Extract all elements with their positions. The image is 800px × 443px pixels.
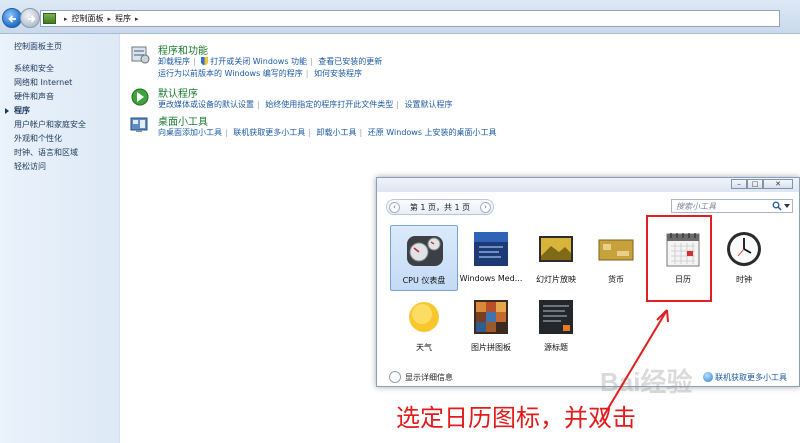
weather-icon <box>409 302 439 332</box>
gadget-windows-media-center[interactable]: Windows Med... <box>457 225 525 291</box>
link-uninstall-gadget[interactable]: 卸载小工具 <box>317 128 357 137</box>
previous-page-button[interactable]: ‹ <box>389 201 400 213</box>
annotation-instruction: 选定日历图标，并双击 <box>396 404 636 432</box>
slideshow-icon <box>539 236 573 262</box>
gadget-window-footer: 显示详细信息 联机获取更多小工具 <box>377 366 799 386</box>
search-placeholder: 搜索小工具 <box>676 202 716 211</box>
gadget-clock[interactable]: 时钟 <box>710 225 778 291</box>
gadget-currency[interactable]: 货币 <box>582 225 650 291</box>
breadcrumb-separator-icon[interactable]: ▸ <box>108 15 112 23</box>
picture-puzzle-icon <box>474 300 508 334</box>
link-installed-updates[interactable]: 查看已安装的更新 <box>318 57 382 66</box>
watermark-text: Bai经验 <box>600 367 693 397</box>
gadget-gallery-window: – □ ✕ ‹ 第 1 页，共 1 页 › 搜索小工具 CPU 仪表盘 Wind… <box>376 177 800 387</box>
nav-system-security[interactable]: 系统和安全 <box>0 62 119 76</box>
gadget-label: 天气 <box>416 343 432 352</box>
link-add-gadgets[interactable]: 向桌面添加小工具 <box>158 128 222 137</box>
gadget-cpu-meter[interactable]: CPU 仪表盘 <box>390 225 458 291</box>
forward-button[interactable] <box>20 8 40 28</box>
gadget-label: 时钟 <box>736 275 752 284</box>
link-uninstall-program[interactable]: 卸载程序 <box>158 57 190 66</box>
link-file-type-association[interactable]: 始终使用指定的程序打开此文件类型 <box>265 100 393 109</box>
gadget-picture-puzzle[interactable]: 图片拼图板 <box>457 293 525 359</box>
section-programs-features: 程序和功能 卸载程序 | 打开或关闭 Windows 功能 | 查看已安装的更新 运… <box>130 42 550 82</box>
clock-icon <box>727 232 761 266</box>
link-change-media-defaults[interactable]: 更改媒体或设备的默认设置 <box>158 100 254 109</box>
address-bar[interactable]: ▸ 控制面板 ▸ 程序 ▸ <box>40 10 780 27</box>
breadcrumb-programs[interactable]: 程序 <box>115 13 131 24</box>
gadget-label: 幻灯片放映 <box>536 275 576 284</box>
page-navigator: ‹ 第 1 页，共 1 页 › <box>386 199 494 215</box>
nav-appearance[interactable]: 外观和个性化 <box>0 132 119 146</box>
nav-hardware-sound[interactable]: 硬件和声音 <box>0 90 119 104</box>
control-panel-icon <box>43 13 56 24</box>
breadcrumb-separator-icon[interactable]: ▸ <box>135 15 139 23</box>
link-set-default-programs[interactable]: 设置默认程序 <box>405 100 453 109</box>
default-programs-icon <box>131 88 149 106</box>
link-compatibility[interactable]: 运行为以前版本的 Windows 编写的程序 <box>158 69 303 78</box>
gadget-label: 图片拼图板 <box>471 343 511 352</box>
nav-clock-language[interactable]: 时钟、语言和区域 <box>0 146 119 160</box>
maximize-button[interactable]: □ <box>747 179 763 189</box>
annotation-highlight-box <box>646 215 712 302</box>
close-button[interactable]: ✕ <box>763 179 793 189</box>
gadget-label: 货币 <box>608 275 624 284</box>
search-icon[interactable] <box>772 201 782 211</box>
section-title[interactable]: 程序和功能 <box>158 42 208 57</box>
feed-headlines-icon <box>539 300 573 334</box>
link-restore-gadgets[interactable]: 还原 Windows 上安装的桌面小工具 <box>368 128 497 137</box>
gadget-label: Windows Med... <box>459 274 523 283</box>
left-navigation: 控制面板主页 系统和安全 网络和 Internet 硬件和声音 程序 用户帐户和… <box>0 34 120 443</box>
link-how-to-install[interactable]: 如何安装程序 <box>314 69 362 78</box>
cpu-meter-icon <box>407 236 443 266</box>
nav-user-accounts[interactable]: 用户帐户和家庭安全 <box>0 118 119 132</box>
minimize-button[interactable]: – <box>731 179 747 189</box>
show-details-link[interactable]: 显示详细信息 <box>405 372 453 383</box>
address-toolbar: ▸ 控制面板 ▸ 程序 ▸ <box>0 0 800 34</box>
gadget-search-input[interactable]: 搜索小工具 <box>671 199 793 213</box>
next-page-button[interactable]: › <box>479 201 491 213</box>
uac-shield-icon <box>201 57 209 65</box>
back-button[interactable] <box>2 8 22 28</box>
nav-ease-of-access[interactable]: 轻松访问 <box>0 160 119 174</box>
media-center-icon <box>474 232 508 266</box>
desktop-gadgets-icon <box>130 117 148 132</box>
forward-arrow-icon <box>28 15 36 23</box>
section-desktop-gadgets: 桌面小工具 向桌面添加小工具 | 联机获取更多小工具 | 卸载小工具 | 还原 Win… <box>130 113 550 141</box>
get-more-gadgets-online-link[interactable]: 联机获取更多小工具 <box>715 372 787 383</box>
link-windows-features[interactable]: 打开或关闭 Windows 功能 <box>210 57 307 66</box>
window-titlebar[interactable]: – □ ✕ <box>377 178 799 192</box>
back-arrow-icon <box>8 15 16 23</box>
nav-programs[interactable]: 程序 <box>0 104 119 118</box>
nav-control-panel-home[interactable]: 控制面板主页 <box>0 40 119 54</box>
breadcrumb-control-panel[interactable]: 控制面板 <box>72 13 104 24</box>
section-title[interactable]: 默认程序 <box>158 85 198 100</box>
gadget-weather[interactable]: 天气 <box>390 293 458 359</box>
page-indicator: 第 1 页，共 1 页 <box>409 202 471 212</box>
breadcrumb-separator-icon[interactable]: ▸ <box>64 15 68 23</box>
chevron-down-icon[interactable] <box>389 371 401 383</box>
link-get-more-gadgets[interactable]: 联机获取更多小工具 <box>233 128 305 137</box>
section-title[interactable]: 桌面小工具 <box>158 113 208 128</box>
gadget-slide-show[interactable]: 幻灯片放映 <box>522 225 590 291</box>
section-default-programs: 默认程序 更改媒体或设备的默认设置 | 始终使用指定的程序打开此文件类型 | 设置默… <box>130 85 550 113</box>
nav-network-internet[interactable]: 网络和 Internet <box>0 76 119 90</box>
chevron-down-icon[interactable] <box>784 204 790 208</box>
gadget-feed-headlines[interactable]: 源标题 <box>522 293 590 359</box>
programs-features-icon <box>131 46 150 64</box>
currency-icon <box>598 239 634 261</box>
gadget-label: CPU 仪表盘 <box>402 276 446 285</box>
gadget-label: 源标题 <box>544 343 568 352</box>
globe-icon <box>703 372 713 382</box>
